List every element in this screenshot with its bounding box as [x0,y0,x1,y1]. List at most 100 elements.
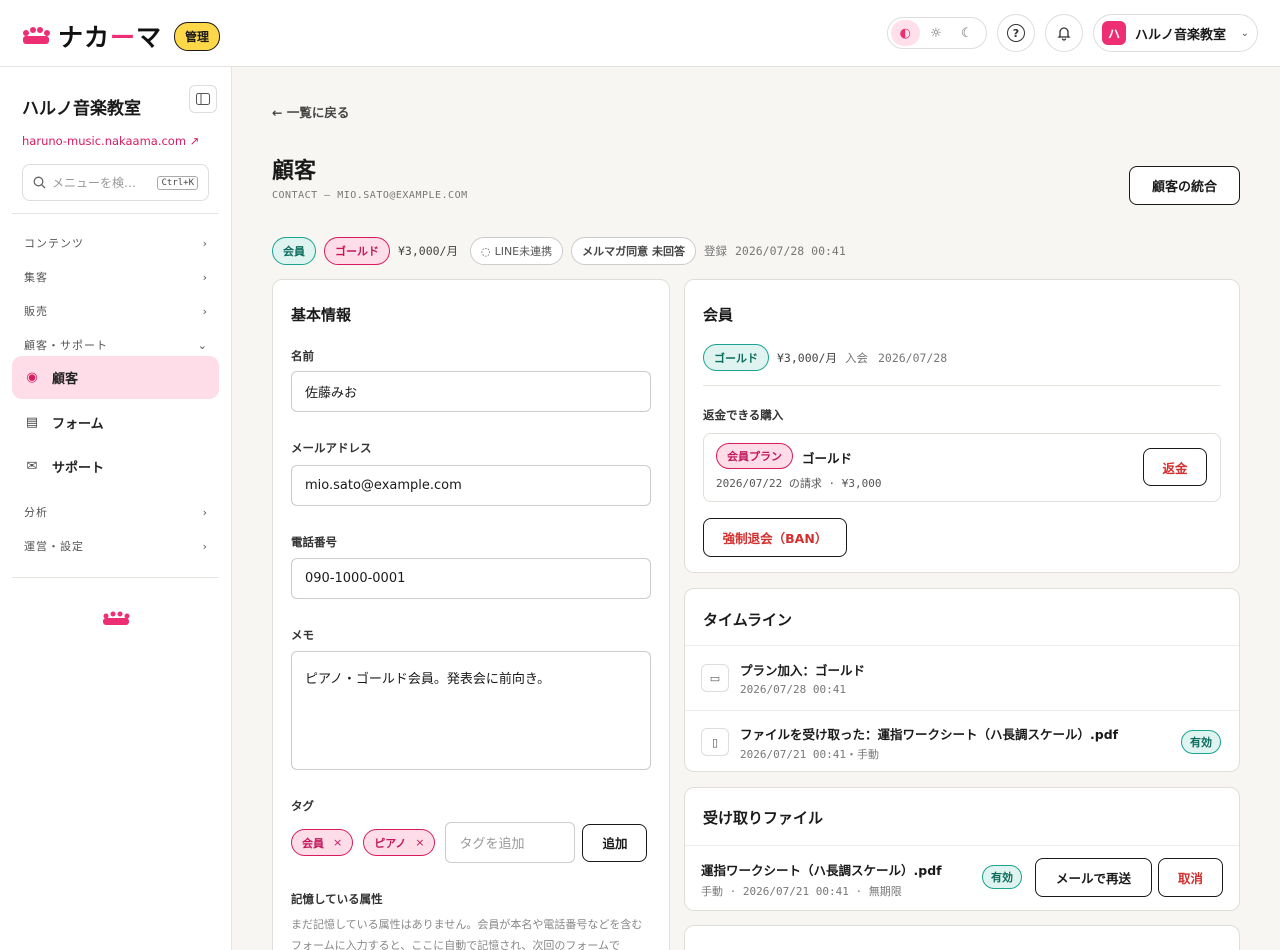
purchase-meta: 2026/07/22 の請求 · ¥3,000 [716,477,882,490]
search-icon [33,176,46,189]
membership-plan-badge: ゴールド [703,344,769,371]
received-files-card: 受け取りファイル 運指ワークシート（ハ長調スケール）.pdf 手動 · 2026… [684,787,1240,911]
section-operations[interactable]: 運営・設定 › [24,538,208,554]
membership-heading: 会員 [703,306,734,324]
sidebar-item-forms[interactable]: ▤ フォーム [12,401,219,444]
arrow-left-icon: ← [272,105,283,120]
timeline-event-title: プラン加入：ゴールド [740,663,866,678]
timeline-event-meta: 2026/07/21 00:41・手動 [740,748,879,761]
purchase-tag: 会員プラン [716,443,793,469]
name-field[interactable]: 佐藤みお [291,371,651,412]
membership-summary: ゴールド ¥3,000/月 入会 2026/07/28 [703,344,947,371]
tag-input[interactable]: タグを追加 [445,822,576,863]
email-field[interactable]: mio.sato@example.com [291,465,651,506]
sidebar-collapse-button[interactable] [189,85,217,113]
memo-label: メモ [291,628,314,642]
chevron-down-icon: ⌄ [197,338,208,352]
refundable-label: 返金できる購入 [703,408,784,422]
membership-card: 会員 ゴールド ¥3,000/月 入会 2026/07/28 返金できる購入 会… [684,279,1240,573]
card-icon: ▭ [701,664,729,692]
merge-customer-button[interactable]: 顧客の統合 [1129,166,1240,205]
joined-at: 2026/07/28 [877,350,948,365]
account-name: ハルノ音楽教室 [1135,27,1227,43]
chevron-right-icon: › [202,505,208,519]
cancel-file-button[interactable]: 取消 [1158,858,1223,897]
sidebar-divider [12,577,219,578]
basic-info-heading: 基本情報 [291,306,352,324]
tag-chip: ピアノ × [363,829,436,856]
top-bar: ナカーマ 管理 ◐ ☼ ☾ ? ハ ハルノ音楽教室 ⌄ [0,0,1280,67]
timeline-card: タイムライン ▭ プラン加入：ゴールド 2026/07/28 00:41 ▯ フ… [684,588,1240,772]
customer-meta-row: 会員 ゴールド ¥3,000/月 ◌ LINE未連携 メルマガ同意 未回答 登録 … [272,237,846,265]
section-customer-support[interactable]: 顧客・サポート ⌄ [24,337,208,353]
notification-button[interactable] [1045,14,1083,52]
light-theme-icon[interactable]: ☼ [922,20,951,46]
clipboard-icon: ▤ [25,415,39,430]
chevron-down-icon: ⌄ [1240,27,1249,39]
help-button[interactable]: ? [997,14,1035,52]
resend-email-button[interactable]: メールで再送 [1035,858,1152,897]
plan-badge: ゴールド [324,237,390,265]
site-url-link[interactable]: haruno-music.nakaama.com ↗ [22,134,199,148]
search-shortcut: Ctrl+K [157,175,198,190]
chat-icon: ◌ [480,244,491,258]
section-content[interactable]: コンテンツ › [24,235,208,251]
chevron-right-icon: › [202,539,208,553]
admin-badge: 管理 [174,21,221,51]
registered-at: 2026/07/28 00:41 [734,244,846,258]
membership-price: ¥3,000/月 [777,350,837,365]
newsletter-status-badge: メルマガ同意 未回答 [571,237,696,265]
back-link[interactable]: ← 一覧に戻る [272,102,349,121]
membership-divider [703,385,1221,386]
contrast-theme-icon[interactable]: ◐ [891,20,920,46]
chevron-right-icon: › [202,304,208,318]
help-icon: ? [1007,24,1025,42]
sidebar-divider [12,213,219,214]
member-badge: 会員 [272,237,316,265]
remove-tag-icon[interactable]: × [333,836,342,849]
sidebar-item-support[interactable]: ✉ サポート [12,445,219,488]
nakama-footer-logo-icon [103,611,130,625]
file-meta: 手動 · 2026/07/21 00:41 · 無期限 [701,885,902,898]
dark-theme-icon[interactable]: ☾ [952,20,981,46]
joined-label: 入会 [844,350,868,365]
price-text: ¥3,000/月 [398,244,458,258]
section-analytics[interactable]: 分析 › [24,504,208,520]
chevron-right-icon: › [202,270,208,284]
basic-info-card: 基本情報 名前 佐藤みお メールアドレス mio.sato@example.co… [272,279,670,950]
add-tag-button[interactable]: 追加 [582,823,648,862]
search-placeholder: メニューを検… [52,176,137,190]
timeline-event-meta: 2026/07/28 00:41 [740,683,846,696]
tags-row: 会員 × ピアノ × タグを追加 追加 [291,822,648,863]
account-switcher[interactable]: ハ ハルノ音楽教室 ⌄ [1093,14,1258,52]
sidebar-item-customers[interactable]: ◉ 顧客 [12,356,219,399]
force-ban-button[interactable]: 強制退会（BAN） [703,518,847,557]
bell-icon [1057,27,1071,41]
menu-search-input[interactable]: メニューを検… Ctrl+K [22,164,209,201]
status-badge: 有効 [1181,730,1221,754]
brand[interactable]: ナカーマ 管理 [22,18,221,54]
timeline-event-title: ファイルを受け取った：運指ワークシート（ハ長調スケール）.pdf [740,727,1119,742]
remove-tag-icon[interactable]: × [415,836,424,849]
timeline-event: ▯ ファイルを受け取った：運指ワークシート（ハ長調スケール）.pdf 2026/… [685,710,1239,774]
sidebar-title: ハルノ音楽教室 [22,99,141,119]
account-avatar: ハ [1102,21,1126,45]
next-card [684,925,1240,950]
section-sales[interactable]: 販売 › [24,303,208,319]
memo-textarea[interactable]: ピアノ・ゴールド会員。発表会に前向き。 [291,651,651,770]
name-label: 名前 [291,349,314,363]
phone-field[interactable]: 090-1000-0001 [291,558,651,599]
status-badge: 有効 [982,865,1022,889]
page-title: 顧客 [272,159,317,184]
attributes-note: まだ記憶している属性はありません。会員が本名や電話番号などを含むフォームに入力す… [291,918,643,950]
brand-name: ナカーマ [58,23,163,52]
email-label: メールアドレス [291,441,372,455]
files-divider [685,845,1239,846]
chevron-right-icon: › [202,236,208,250]
section-attract[interactable]: 集客 › [24,269,208,285]
refund-button[interactable]: 返金 [1143,448,1207,486]
phone-label: 電話番号 [291,535,337,549]
theme-switch: ◐ ☼ ☾ [887,17,987,49]
mail-icon: ✉ [26,459,38,474]
registered-label: 登録 [703,244,727,258]
